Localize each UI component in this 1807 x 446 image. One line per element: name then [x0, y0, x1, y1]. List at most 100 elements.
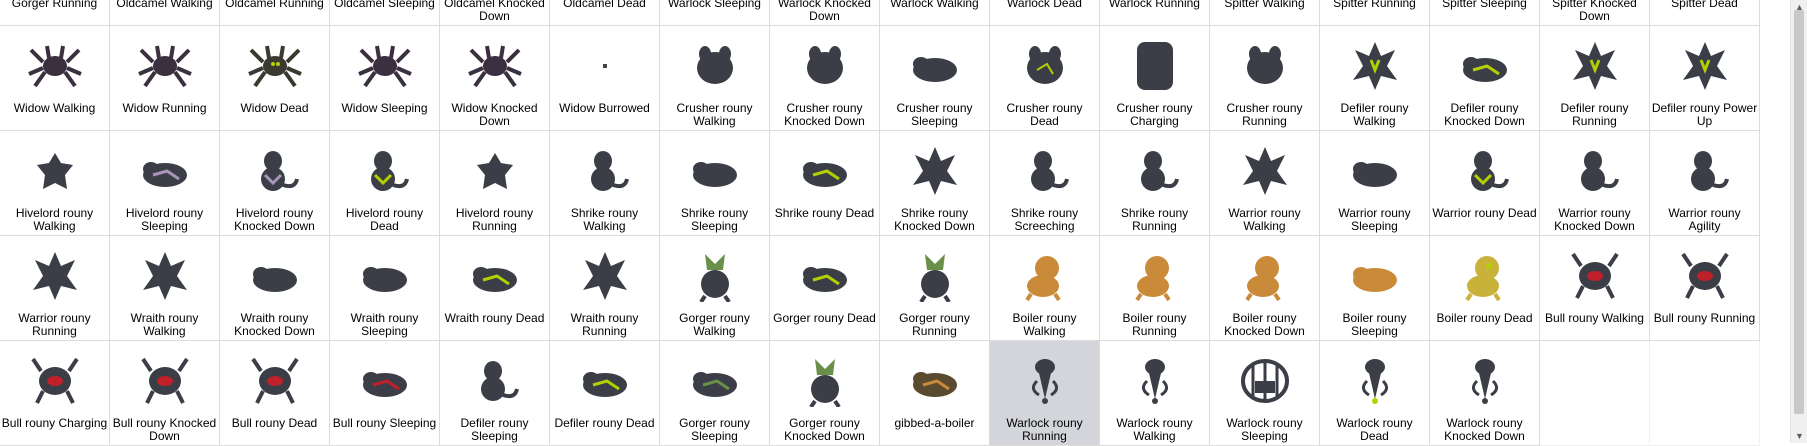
- sprite-item-wraith-rouny-dead[interactable]: Wraith rouny Dead: [440, 236, 550, 341]
- sprite-item-warlock-dead[interactable]: Warlock Dead: [990, 0, 1100, 26]
- sprite-item-defiler-rouny-running[interactable]: Defiler rouny Running: [1540, 26, 1650, 131]
- sprite-item-boiler-rouny-walking[interactable]: Boiler rouny Walking: [990, 236, 1100, 341]
- sprite-label: Hivelord rouny Knocked Down: [234, 206, 315, 233]
- sprite-item-warrior-rouny-running[interactable]: Warrior rouny Running: [0, 236, 110, 341]
- sprite-item-gorger-rouny-running[interactable]: Gorger rouny Running: [880, 236, 990, 341]
- sprite-thumbnail: [1673, 141, 1737, 201]
- sprite-thumbnail: [1673, 36, 1737, 96]
- sprite-item-spitter-dead[interactable]: Spitter Dead: [1650, 0, 1760, 26]
- sprite-item-boiler-rouny-sleeping[interactable]: Boiler rouny Sleeping: [1320, 236, 1430, 341]
- sprite-item-bull-rouny-charging[interactable]: Bull rouny Charging: [0, 341, 110, 446]
- sprite-item-warrior-rouny-sleeping[interactable]: Warrior rouny Sleeping: [1320, 131, 1430, 236]
- sprite-item-hivelord-rouny-running[interactable]: Hivelord rouny Running: [440, 131, 550, 236]
- sprite-item-shrike-rouny-sleeping[interactable]: Shrike rouny Sleeping: [660, 131, 770, 236]
- sprite-item-hivelord-rouny-sleeping[interactable]: Hivelord rouny Sleeping: [110, 131, 220, 236]
- sprite-item-warrior-rouny-agility[interactable]: Warrior rouny Agility: [1650, 131, 1760, 236]
- sprite-item-crusher-rouny-sleeping[interactable]: Crusher rouny Sleeping: [880, 26, 990, 131]
- sprite-item-oldcamel-knocked-down[interactable]: Oldcamel Knocked Down: [440, 0, 550, 26]
- sprite-item-hivelord-rouny-walking[interactable]: Hivelord rouny Walking: [0, 131, 110, 236]
- sprite-item-widow-running[interactable]: Widow Running: [110, 26, 220, 131]
- sprite-item-widow-sleeping[interactable]: Widow Sleeping: [330, 26, 440, 131]
- sprite-label: Warlock rouny Dead: [1336, 416, 1413, 443]
- sprite-item-shrike-rouny-knocked-down[interactable]: Shrike rouny Knocked Down: [880, 131, 990, 236]
- sprite-item-oldcamel-dead[interactable]: Oldcamel Dead: [550, 0, 660, 26]
- sprite-item-oldcamel-walking[interactable]: Oldcamel Walking: [110, 0, 220, 26]
- sprite-item-gibbed-a-boiler[interactable]: gibbed-a-boiler: [880, 341, 990, 446]
- sprite-item-gorger-rouny-walking[interactable]: Gorger rouny Walking: [660, 236, 770, 341]
- sprite-label: Shrike rouny Walking: [570, 206, 639, 233]
- sprite-item-boiler-rouny-running[interactable]: Boiler rouny Running: [1100, 236, 1210, 341]
- sprite-item-bull-rouny-knocked-down[interactable]: Bull rouny Knocked Down: [110, 341, 220, 446]
- sprite-item-warrior-rouny-knocked-down[interactable]: Warrior rouny Knocked Down: [1540, 131, 1650, 236]
- sprite-item-warlock-rouny-knocked-down[interactable]: Warlock rouny Knocked Down: [1430, 341, 1540, 446]
- sprite-item-oldcamel-running[interactable]: Oldcamel Running: [220, 0, 330, 26]
- sprite-item-widow-dead[interactable]: Widow Dead: [220, 26, 330, 131]
- sprite-item-hivelord-rouny-knocked-down[interactable]: Hivelord rouny Knocked Down: [220, 131, 330, 236]
- sprite-item-warlock-rouny-walking[interactable]: Warlock rouny Walking: [1100, 341, 1210, 446]
- sprite-item-defiler-rouny-sleeping[interactable]: Defiler rouny Sleeping: [440, 341, 550, 446]
- sprite-thumbnail: [1453, 351, 1517, 411]
- sprite-item-warlock-running[interactable]: Warlock Running: [1100, 0, 1210, 26]
- sprite-thumbnail: [1453, 246, 1517, 306]
- sprite-item-oldcamel-sleeping[interactable]: Oldcamel Sleeping: [330, 0, 440, 26]
- sprite-item-crusher-rouny-dead[interactable]: Crusher rouny Dead: [990, 26, 1100, 131]
- sprite-item-crusher-rouny-knocked-down[interactable]: Crusher rouny Knocked Down: [770, 26, 880, 131]
- sprite-label: Gorger Running: [11, 0, 98, 10]
- sprite-item-bull-rouny-dead[interactable]: Bull rouny Dead: [220, 341, 330, 446]
- sprite-item-crusher-rouny-walking[interactable]: Crusher rouny Walking: [660, 26, 770, 131]
- sprite-item-defiler-rouny-knocked-down[interactable]: Defiler rouny Knocked Down: [1430, 26, 1540, 131]
- sprite-item-wraith-rouny-sleeping[interactable]: Wraith rouny Sleeping: [330, 236, 440, 341]
- sprite-item-wraith-rouny-running[interactable]: Wraith rouny Running: [550, 236, 660, 341]
- sprite-item-defiler-rouny-walking[interactable]: Defiler rouny Walking: [1320, 26, 1430, 131]
- sprite-label: Gorger rouny Walking: [679, 311, 750, 338]
- sprite-item-warlock-rouny-dead[interactable]: Warlock rouny Dead: [1320, 341, 1430, 446]
- sprite-item-widow-walking[interactable]: Widow Walking: [0, 26, 110, 131]
- sprite-item-shrike-rouny-dead[interactable]: Shrike rouny Dead: [770, 131, 880, 236]
- sprite-item-defiler-rouny-dead[interactable]: Defiler rouny Dead: [550, 341, 660, 446]
- sprite-item-warlock-knocked-down[interactable]: Warlock Knocked Down: [770, 0, 880, 26]
- sprite-label: Widow Sleeping: [341, 101, 428, 115]
- sprite-item-warlock-rouny-sleeping[interactable]: Warlock rouny Sleeping: [1210, 341, 1320, 446]
- sprite-item-crusher-rouny-running[interactable]: Crusher rouny Running: [1210, 26, 1320, 131]
- sprite-item-shrike-rouny-screeching[interactable]: Shrike rouny Screeching: [990, 131, 1100, 236]
- sprite-item-spitter-sleeping[interactable]: Spitter Sleeping: [1430, 0, 1540, 26]
- sprite-label: Boiler rouny Sleeping: [1342, 311, 1407, 338]
- sprite-item-wraith-rouny-walking[interactable]: Wraith rouny Walking: [110, 236, 220, 341]
- sprite-item-wraith-rouny-knocked-down[interactable]: Wraith rouny Knocked Down: [220, 236, 330, 341]
- scrollbar-thumb[interactable]: [1794, 10, 1804, 414]
- sprite-item-boiler-rouny-knocked-down[interactable]: Boiler rouny Knocked Down: [1210, 236, 1320, 341]
- sprite-label: Oldcamel Running: [225, 0, 324, 10]
- sprite-item-gorger-running[interactable]: Gorger Running: [0, 0, 110, 26]
- sprite-item-bull-rouny-running[interactable]: Bull rouny Running: [1650, 236, 1760, 341]
- scroll-down-icon[interactable]: ▼: [1791, 429, 1807, 443]
- sprite-item-gorger-rouny-sleeping[interactable]: Gorger rouny Sleeping: [660, 341, 770, 446]
- sprite-item-gorger-rouny-dead[interactable]: Gorger rouny Dead: [770, 236, 880, 341]
- sprite-item-spitter-running[interactable]: Spitter Running: [1320, 0, 1430, 26]
- sprite-label: Crusher rouny Knocked Down: [784, 101, 865, 128]
- sprite-label: Warlock Sleeping: [668, 0, 761, 10]
- sprite-item-hivelord-rouny-dead[interactable]: Hivelord rouny Dead: [330, 131, 440, 236]
- sprite-thumbnail: [463, 36, 527, 96]
- sprite-item-warlock-sleeping[interactable]: Warlock Sleeping: [660, 0, 770, 26]
- sprite-item-spitter-walking[interactable]: Spitter Walking: [1210, 0, 1320, 26]
- sprite-item-shrike-rouny-running[interactable]: Shrike rouny Running: [1100, 131, 1210, 236]
- sprite-item-gorger-rouny-knocked-down[interactable]: Gorger rouny Knocked Down: [770, 341, 880, 446]
- sprite-label: Spitter Sleeping: [1442, 0, 1527, 10]
- sprite-item-warlock-walking[interactable]: Warlock Walking: [880, 0, 990, 26]
- sprite-item-spitter-knocked-down[interactable]: Spitter Knocked Down: [1540, 0, 1650, 26]
- sprite-item-bull-rouny-sleeping[interactable]: Bull rouny Sleeping: [330, 341, 440, 446]
- sprite-item-crusher-rouny-charging[interactable]: Crusher rouny Charging: [1100, 26, 1210, 131]
- sprite-item-shrike-rouny-walking[interactable]: Shrike rouny Walking: [550, 131, 660, 236]
- sprite-item-bull-rouny-walking[interactable]: Bull rouny Walking: [1540, 236, 1650, 341]
- sprite-label: Defiler rouny Knocked Down: [1444, 101, 1525, 128]
- sprite-item-widow-burrowed[interactable]: Widow Burrowed: [550, 26, 660, 131]
- vertical-scrollbar[interactable]: ▲ ▼: [1790, 0, 1807, 443]
- sprite-thumbnail: [1343, 36, 1407, 96]
- sprite-item-boiler-rouny-dead[interactable]: Boiler rouny Dead: [1430, 236, 1540, 341]
- sprite-item-warrior-rouny-walking[interactable]: Warrior rouny Walking: [1210, 131, 1320, 236]
- sprite-item-warrior-rouny-dead[interactable]: Warrior rouny Dead: [1430, 131, 1540, 236]
- sprite-item-defiler-rouny-power-up[interactable]: Defiler rouny Power Up: [1650, 26, 1760, 131]
- sprite-thumbnail: [1343, 141, 1407, 201]
- sprite-item-warlock-rouny-running[interactable]: Warlock rouny Running: [990, 341, 1100, 446]
- sprite-item-widow-knocked-down[interactable]: Widow Knocked Down: [440, 26, 550, 131]
